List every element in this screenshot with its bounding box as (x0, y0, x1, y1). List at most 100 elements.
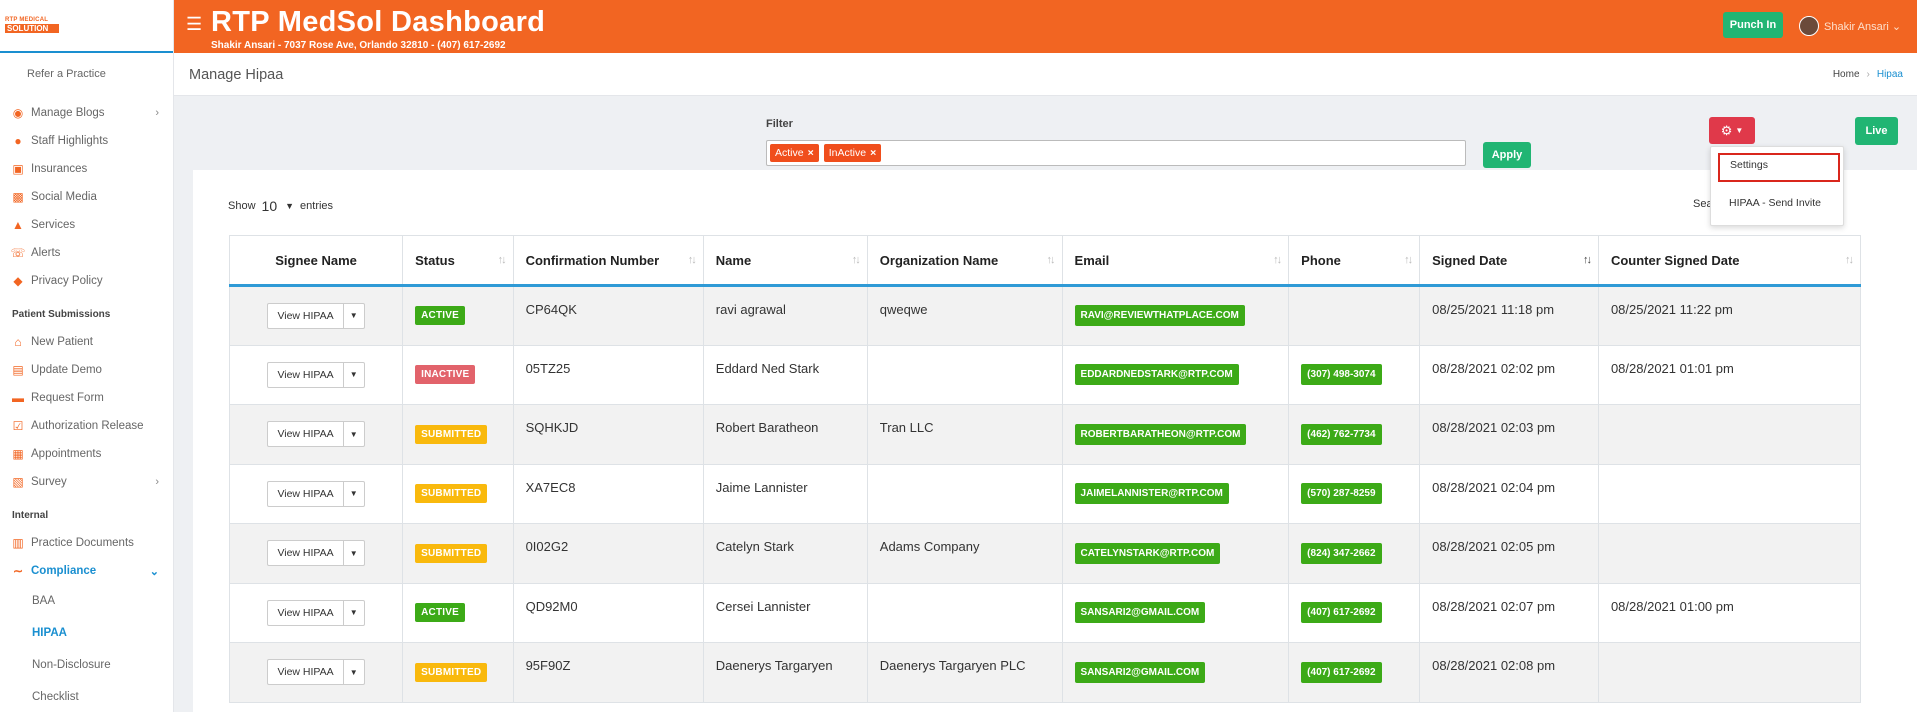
sidebar-item-authorization-release[interactable]: ☑ Authorization Release (0, 412, 173, 440)
filter-input[interactable]: Active × InActive × (766, 140, 1466, 166)
sidebar-item-alerts[interactable]: ☏ Alerts (0, 239, 173, 267)
file-check-icon: ☑ (12, 419, 24, 433)
cell-email: SANSARI2@GMAIL.COM (1061, 642, 1290, 703)
sidebar-group-internal: ▥ Practice Documents ∼ Compliance ⌄ (0, 529, 173, 585)
sidebar-item-new-patient[interactable]: ⌂ New Patient (0, 328, 173, 356)
live-button[interactable]: Live (1855, 117, 1898, 145)
sidebar-item-update-demo[interactable]: ▤ Update Demo (0, 356, 173, 384)
sidebar-item-compliance[interactable]: ∼ Compliance ⌄ (0, 557, 173, 585)
cell-confirmation: 95F90Z (512, 642, 704, 703)
remove-chip-icon[interactable]: × (870, 147, 876, 159)
column-title: Name (715, 252, 752, 268)
sidebar-subitem-hipaa[interactable]: HIPAA (0, 617, 173, 649)
user-menu[interactable]: Shakir Ansari ⌄ (1824, 20, 1901, 33)
refer-practice-link[interactable]: Refer a Practice (0, 53, 173, 99)
view-hipaa-button[interactable]: View HIPAA (268, 541, 344, 566)
caret-down-icon[interactable]: ▼ (344, 541, 364, 565)
apply-button[interactable]: Apply (1483, 142, 1531, 168)
sidebar-item-appointments[interactable]: ▦ Appointments (0, 440, 173, 468)
sidebar-subitem-non-disclosure[interactable]: Non-Disclosure (0, 649, 173, 681)
email-badge: EDDARDNEDSTARK@RTP.COM (1074, 364, 1239, 386)
hamburger-menu-icon[interactable]: ☰ (186, 14, 202, 35)
status-badge: SUBMITTED (415, 484, 488, 504)
column-header[interactable]: Signee Name (228, 235, 404, 287)
subheader: Manage Hipaa Home › Hipaa (174, 53, 1917, 96)
status-badge: SUBMITTED (415, 662, 488, 682)
caret-down-icon[interactable]: ▼ (344, 422, 364, 446)
settings-dropdown-button[interactable]: ⚙ ▼ (1709, 117, 1755, 144)
sidebar-item-social-media[interactable]: ▩ Social Media (0, 183, 173, 211)
calendar-icon: ▦ (12, 447, 24, 461)
status-badge: ACTIVE (415, 603, 465, 623)
caret-down-icon[interactable]: ▼ (344, 363, 364, 387)
view-hipaa-split-button: View HIPAA ▼ (267, 659, 365, 686)
column-header[interactable]: Counter Signed Date ↑↓ (1597, 235, 1862, 287)
column-header[interactable]: Phone ↑↓ (1288, 235, 1421, 287)
punch-in-button[interactable]: Punch In (1723, 12, 1783, 38)
column-header[interactable]: Name ↑↓ (702, 235, 868, 287)
view-hipaa-button[interactable]: View HIPAA (268, 422, 344, 447)
cell-signee: View HIPAA ▼ (228, 345, 404, 405)
status-badge: INACTIVE (415, 365, 476, 385)
column-header[interactable]: Signed Date ↑↓ (1419, 235, 1599, 287)
sidebar-item-label: Privacy Policy (31, 275, 103, 287)
caret-down-icon[interactable]: ▼ (344, 601, 364, 625)
cell-status: SUBMITTED (402, 523, 514, 584)
column-header[interactable]: Confirmation Number ↑↓ (512, 235, 704, 287)
cell-email: EDDARDNEDSTARK@RTP.COM (1061, 345, 1290, 405)
column-header[interactable]: Organization Name ↑↓ (866, 235, 1063, 287)
logo[interactable]: RTP MEDICAL SOLUTION (5, 17, 59, 33)
cell-counter-signed-date (1597, 404, 1862, 465)
avatar[interactable] (1799, 16, 1819, 36)
cell-name: Robert Baratheon (702, 404, 868, 465)
cell-email: CATELYNSTARK@RTP.COM (1061, 523, 1290, 584)
sort-icon: ↑↓ (1273, 254, 1282, 266)
cell-confirmation: 0I02G2 (512, 523, 704, 584)
entries-select[interactable]: 10 ▼ (262, 198, 295, 214)
cell-name: Daenerys Targaryen (702, 642, 868, 703)
section-internal: Internal (12, 510, 49, 521)
status-badge: SUBMITTED (415, 543, 488, 563)
view-hipaa-button[interactable]: View HIPAA (268, 660, 344, 685)
user-icon: ● (14, 134, 22, 148)
sidebar-item-insurances[interactable]: ▣ Insurances (0, 155, 173, 183)
sidebar: RTP MEDICAL SOLUTION Refer a Practice ◉ M… (0, 0, 174, 712)
cell-counter-signed-date (1597, 464, 1862, 524)
sidebar-item-label: Services (31, 219, 76, 231)
sidebar-item-request-form[interactable]: ▬ Request Form (0, 384, 173, 412)
breadcrumb-home[interactable]: Home (1833, 69, 1860, 80)
caret-down-icon[interactable]: ▼ (344, 304, 364, 328)
id-card-icon: ▤ (12, 363, 24, 377)
sidebar-item-survey[interactable]: ▧ Survey › (0, 468, 173, 496)
view-hipaa-button[interactable]: View HIPAA (268, 600, 344, 625)
page-title: Manage Hipaa (189, 67, 284, 83)
cell-status: ACTIVE (402, 285, 514, 346)
column-header[interactable]: Status ↑↓ (402, 235, 514, 287)
caret-down-icon[interactable]: ▼ (344, 482, 364, 506)
dropdown-item-settings[interactable]: Settings (1711, 153, 1843, 182)
sidebar-item-practice-documents[interactable]: ▥ Practice Documents (0, 529, 173, 557)
remove-chip-icon[interactable]: × (808, 147, 814, 159)
sidebar-item-services[interactable]: ▲ Services (0, 211, 173, 239)
view-hipaa-split-button: View HIPAA ▼ (267, 599, 365, 626)
app-subtitle: Shakir Ansari - 7037 Rose Ave, Orlando 3… (211, 40, 506, 51)
filter-chip-inactive[interactable]: InActive × (823, 144, 882, 162)
dropdown-item-send-invite[interactable]: HIPAA - Send Invite (1711, 192, 1843, 214)
sidebar-item-staff-highlights[interactable]: ● Staff Highlights (0, 127, 173, 155)
column-title: Signed Date (1432, 252, 1508, 268)
filter-chip-active[interactable]: Active × (770, 144, 819, 162)
view-hipaa-button[interactable]: View HIPAA (268, 303, 344, 328)
view-hipaa-button[interactable]: View HIPAA (268, 362, 344, 387)
cell-status: SUBMITTED (402, 404, 514, 465)
sidebar-subitem-baa[interactable]: BAA (0, 585, 173, 617)
column-title: Counter Signed Date (1610, 252, 1740, 268)
sidebar-item-manage-blogs[interactable]: ◉ Manage Blogs › (0, 99, 173, 127)
cell-counter-signed-date: 08/25/2021 11:22 pm (1597, 285, 1862, 346)
cell-signed-date: 08/28/2021 02:08 pm (1419, 642, 1599, 703)
view-hipaa-button[interactable]: View HIPAA (268, 481, 344, 506)
caret-down-icon[interactable]: ▼ (344, 660, 364, 684)
cell-name: Eddard Ned Stark (702, 345, 868, 405)
sidebar-subitem-checklist[interactable]: Checklist (0, 681, 173, 712)
column-header[interactable]: Email ↑↓ (1061, 235, 1290, 287)
sidebar-item-privacy-policy[interactable]: ◆ Privacy Policy (0, 267, 173, 295)
